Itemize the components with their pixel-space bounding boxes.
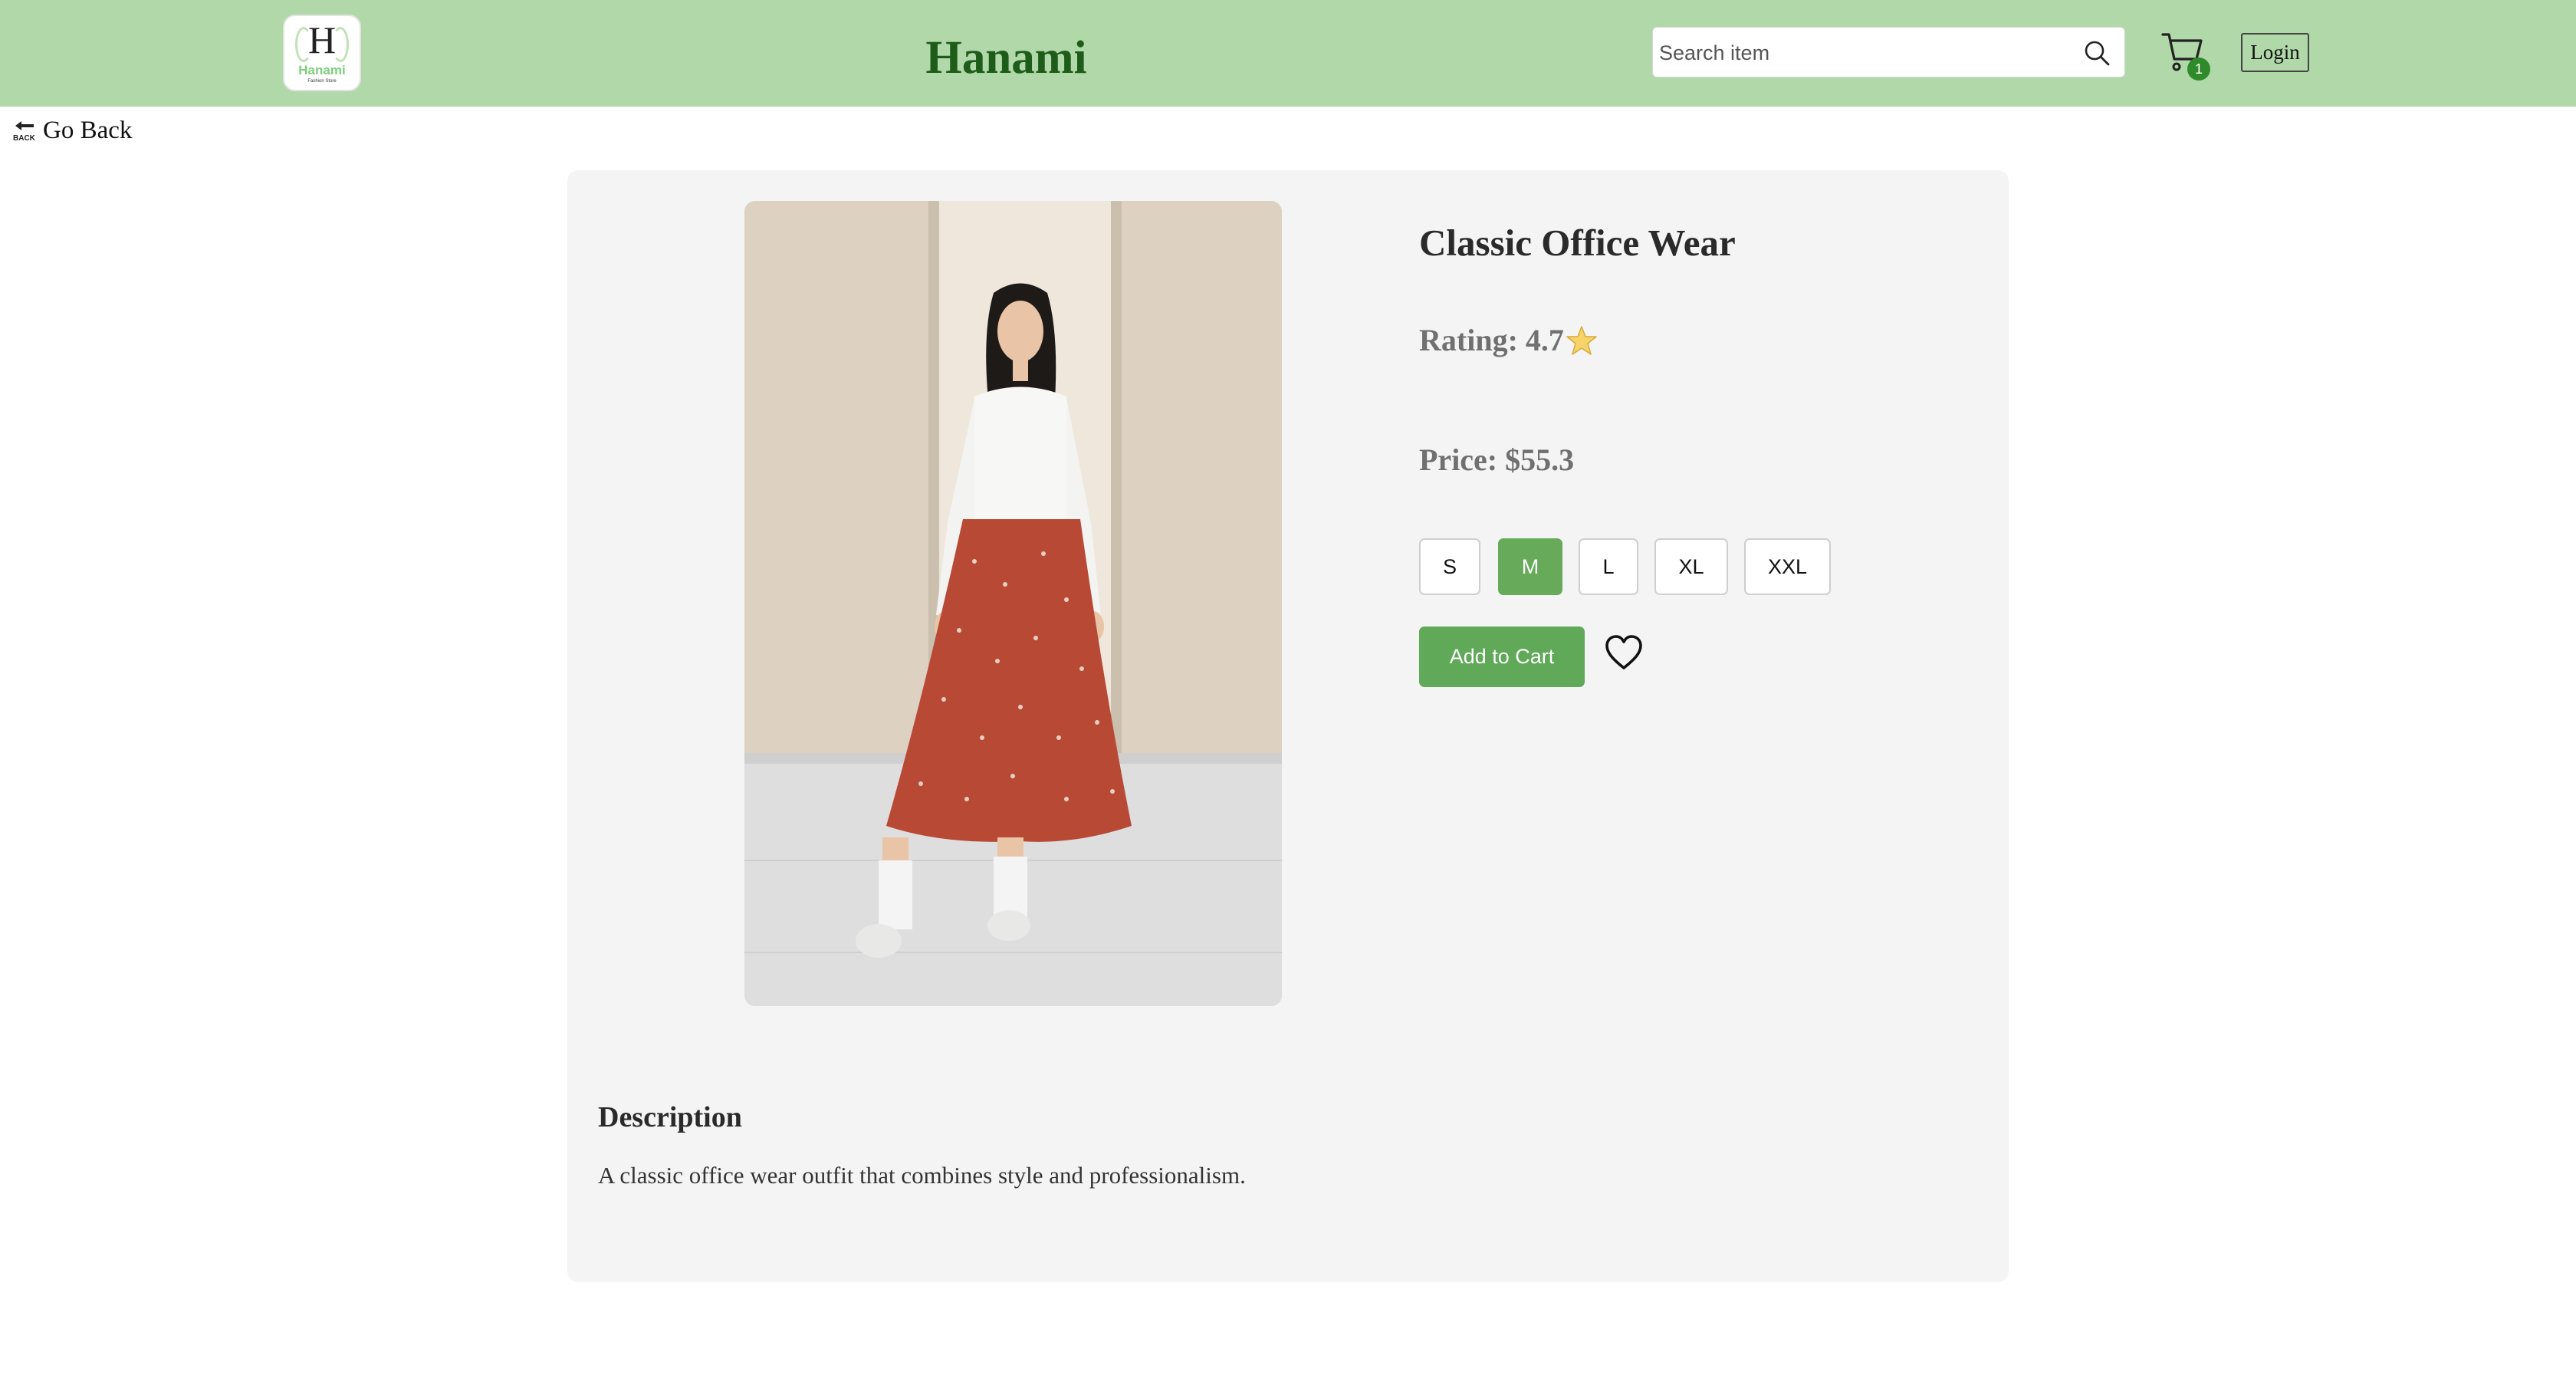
size-option-l[interactable]: L: [1579, 538, 1638, 595]
brand-logo[interactable]: H Hanami Fashion Store: [283, 15, 361, 91]
description-text: A classic office wear outfit that combin…: [598, 1162, 1246, 1189]
go-back-link[interactable]: BACK Go Back: [12, 115, 132, 146]
site-header: H Hanami Fashion Store Hanami 1 Login: [0, 0, 2576, 107]
cart-count-badge: 1: [2187, 58, 2210, 81]
size-option-xxl[interactable]: XXL: [1744, 538, 1831, 595]
brand-title[interactable]: Hanami: [843, 32, 1169, 84]
search-bar: [1652, 27, 2125, 77]
description-heading: Description: [598, 1101, 742, 1133]
star-icon: [1566, 325, 1597, 355]
product-card: Classic Office Wear Rating: 4.7 Price: $…: [567, 170, 2009, 1282]
size-option-m[interactable]: M: [1498, 538, 1562, 595]
product-rating: Rating: 4.7: [1419, 322, 1598, 358]
size-option-s[interactable]: S: [1419, 538, 1480, 595]
size-option-xl[interactable]: XL: [1654, 538, 1728, 595]
product-price: Price: $55.3: [1419, 442, 1575, 477]
logo-letter: H: [307, 18, 337, 61]
add-to-cart-button[interactable]: Add to Cart: [1419, 627, 1585, 687]
product-image: [744, 201, 1282, 1006]
back-arrow-icon: BACK: [13, 121, 36, 142]
back-icon-text: BACK: [13, 134, 36, 142]
search-icon[interactable]: [2083, 39, 2111, 67]
search-input[interactable]: [1659, 35, 2073, 71]
logo-tagline: Fashion Store: [307, 79, 337, 84]
heart-icon[interactable]: [1605, 634, 1643, 673]
rating-label: Rating: 4.7: [1419, 323, 1564, 357]
cart-button[interactable]: 1: [2160, 28, 2213, 82]
logo-wordmark: Hanami: [298, 63, 346, 77]
product-photo-illustration: [744, 201, 1282, 1006]
go-back-label: Go Back: [43, 116, 133, 144]
login-button[interactable]: Login: [2241, 33, 2309, 72]
product-title: Classic Office Wear: [1419, 222, 1736, 264]
